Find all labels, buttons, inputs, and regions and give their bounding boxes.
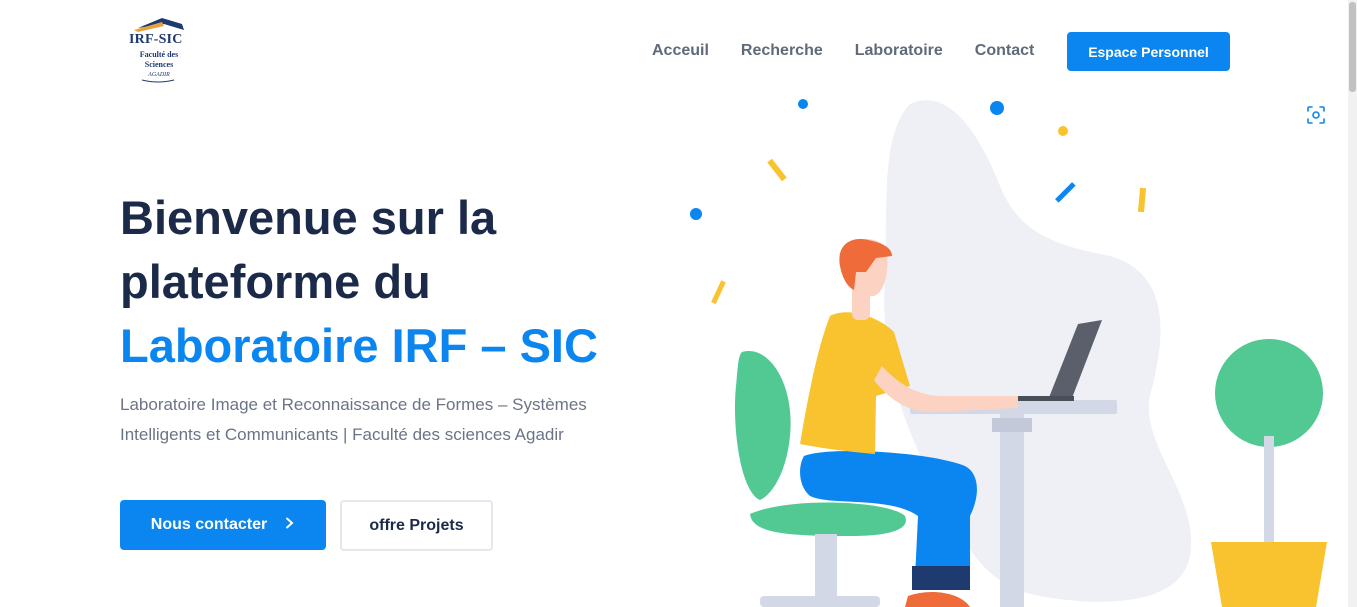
main-nav: Acceuil Recherche Laboratoire Contact	[636, 32, 1050, 70]
hero-title-line-2: plateforme du	[120, 255, 431, 308]
espace-personnel-button[interactable]: Espace Personnel	[1067, 32, 1230, 71]
contact-button-label: Nous contacter	[150, 516, 268, 533]
confetti-strip	[711, 280, 726, 305]
confetti-strip	[1137, 187, 1147, 213]
plant-pot	[1211, 542, 1327, 607]
chevron-right-icon	[285, 516, 295, 534]
site-header: IRF-SIC Faculté des Sciences AGADIR Acce…	[0, 0, 1348, 100]
person-socks	[912, 566, 970, 590]
confetti-dot	[798, 99, 808, 109]
plant-stem	[1264, 436, 1274, 548]
hero-title-line-1: Bienvenue sur la	[120, 191, 497, 244]
logo[interactable]: IRF-SIC Faculté des Sciences AGADIR	[124, 14, 194, 86]
confetti-dot	[1058, 126, 1068, 136]
nav-item-recherche[interactable]: Recherche	[741, 42, 823, 60]
confetti-dot	[990, 101, 1004, 115]
nav-item-contact[interactable]: Contact	[975, 42, 1035, 60]
person-shoe	[905, 591, 970, 607]
confetti-strip	[1055, 182, 1076, 203]
nav-item-laboratoire[interactable]: Laboratoire	[855, 42, 943, 60]
chair-stand	[815, 534, 837, 604]
chair-base	[760, 596, 880, 607]
logo-title: IRF-SIC	[129, 32, 183, 47]
scrollbar-thumb[interactable]	[1349, 2, 1356, 92]
hero-description: Laboratoire Image et Reconnaissance de F…	[120, 390, 640, 450]
hero-title-accent: Laboratoire IRF – SIC	[120, 319, 598, 372]
page-scrollbar[interactable]	[1348, 0, 1357, 607]
chair-seat	[750, 502, 906, 536]
hero-illustration	[690, 99, 1327, 607]
confetti-dot	[690, 208, 702, 220]
logo-subtitle: Faculté des Sciences	[139, 50, 179, 69]
hero-description-line-1: Laboratoire Image et Reconnaissance de F…	[120, 395, 587, 414]
offre-projets-button[interactable]: offre Projets	[340, 500, 493, 551]
desk-leg	[1000, 414, 1024, 607]
chair-back	[735, 351, 791, 500]
contact-button[interactable]: Nous contacter	[120, 500, 326, 550]
logo-city: AGADIR	[148, 72, 170, 78]
desk-bracket	[992, 418, 1032, 432]
confetti-strip	[767, 158, 787, 182]
hero-description-line-2: Intelligents et Communicants | Faculté d…	[120, 425, 564, 444]
focus-frame-icon[interactable]	[1307, 106, 1325, 124]
nav-item-acceuil[interactable]: Acceuil	[652, 42, 709, 60]
hero-title: Bienvenue sur la plateforme du Laboratoi…	[120, 186, 660, 378]
plant-foliage	[1215, 339, 1323, 447]
